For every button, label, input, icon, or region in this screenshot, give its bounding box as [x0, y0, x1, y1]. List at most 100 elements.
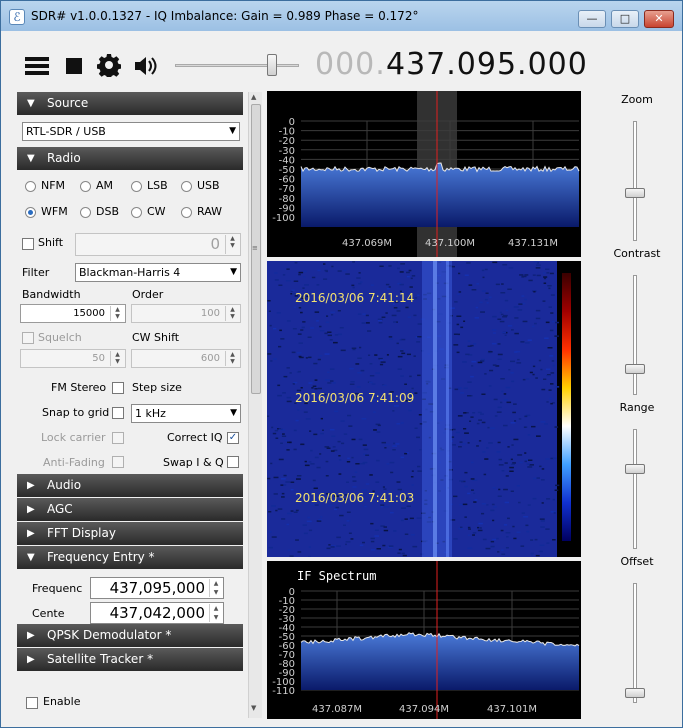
lockcarrier-checkbox[interactable] [112, 432, 124, 444]
snap-checkbox[interactable] [112, 407, 124, 419]
shift-checkbox[interactable] [22, 238, 34, 250]
swapiq-checkbox[interactable] [227, 456, 239, 468]
maximize-button[interactable]: □ [611, 10, 639, 28]
order-input[interactable]: 100 ▲ ▼ [131, 304, 241, 323]
gear-icon[interactable] [96, 53, 122, 79]
radio-lsb[interactable] [131, 181, 142, 192]
waterfall-speck [483, 473, 487, 476]
waterfall-speck [492, 315, 497, 318]
frequency-entry-input[interactable]: 437,095,000 ▲ ▼ [90, 577, 224, 599]
enable-checkbox[interactable] [26, 697, 38, 709]
waterfall-speck [481, 503, 486, 505]
waterfall-speck [346, 461, 351, 463]
waterfall-speck [503, 488, 508, 491]
waterfall-speck [290, 510, 294, 512]
correctiq-checkbox[interactable]: ✓ [227, 432, 239, 444]
waterfall-speck [514, 317, 519, 319]
frequency-display[interactable]: 437.095.000 [386, 47, 588, 82]
waterfall-speck [338, 455, 341, 457]
section-satellite-tracker[interactable]: ▶ Satellite Tracker * [17, 648, 243, 671]
squelch-checkbox[interactable] [22, 332, 34, 344]
waterfall-speck [502, 331, 507, 334]
chevron-right-icon: ▶ [27, 630, 35, 641]
section-qpsk-demodulator[interactable]: ▶ QPSK Demodulator * [17, 624, 243, 647]
waterfall-speck [501, 390, 504, 393]
antifading-checkbox[interactable] [112, 456, 124, 468]
waterfall-speck [377, 424, 381, 427]
waterfall-speck [278, 284, 283, 286]
spectrum-panel[interactable]: 0 -10 -20 -30 -40 -50 -60 -70 -80 -90 -100 437.069M… [267, 91, 581, 257]
center-entry-input[interactable]: 437,042,000 ▲ ▼ [90, 602, 224, 624]
speaker-icon[interactable] [133, 55, 159, 77]
section-audio[interactable]: ▶ Audio [17, 474, 243, 497]
waterfall-speck [294, 262, 298, 264]
title-bar[interactable]: ℰ SDR# v1.0.0.1327 - IQ Imbalance: Gain … [1, 1, 682, 31]
waterfall-speck [351, 284, 355, 287]
shift-input[interactable]: 0 ▲ ▼ [75, 233, 241, 256]
waterfall-speck [463, 428, 467, 430]
radio-raw[interactable] [181, 207, 192, 218]
waterfall-speck [319, 325, 322, 328]
fmstereo-checkbox[interactable] [112, 382, 124, 394]
waterfall-speck [545, 458, 550, 460]
waterfall-speck [337, 270, 342, 272]
radio-am[interactable] [80, 181, 91, 192]
waterfall-speck [385, 312, 388, 314]
scroll-down-icon[interactable]: ▼ [251, 704, 256, 712]
cwshift-input[interactable]: 600 ▲ ▼ [131, 349, 241, 368]
lockcarrier-label: Lock carrier [41, 431, 106, 444]
waterfall-speck [339, 327, 344, 329]
waterfall-speck [290, 481, 295, 483]
section-source[interactable]: ▼ Source [17, 92, 243, 115]
waterfall-speck [304, 464, 310, 467]
if-spectrum-title: IF Spectrum [297, 569, 377, 583]
close-button[interactable]: ✕ [644, 10, 674, 28]
frequency-prefix[interactable]: 000. [315, 47, 386, 82]
waterfall-speck [393, 442, 396, 445]
waterfall-speck [513, 537, 517, 540]
waterfall-speck [286, 400, 292, 403]
radio-usb[interactable] [181, 181, 192, 192]
squelch-input[interactable]: 50 ▲ ▼ [20, 349, 126, 368]
filter-select[interactable]: Blackman-Harris 4 ▼ [75, 263, 241, 282]
waterfall-speck [301, 326, 305, 329]
waterfall-speck [369, 363, 373, 365]
waterfall-speck [521, 295, 525, 297]
menu-icon[interactable] [25, 56, 49, 76]
waterfall-speck [497, 495, 502, 497]
section-fft-display[interactable]: ▶ FFT Display [17, 522, 243, 545]
waterfall-speck [352, 476, 356, 478]
if-spectrum-panel[interactable]: 0 -10 -20 -30 -40 -50 -60 -70 -80 -90 -100 -110 437.… [267, 561, 581, 719]
section-agc[interactable]: ▶ AGC [17, 498, 243, 521]
waterfall-speck [269, 324, 272, 327]
source-select[interactable]: RTL-SDR / USB ▼ [22, 122, 240, 141]
waterfall-speck [295, 509, 299, 512]
waterfall-speck [476, 283, 479, 285]
section-radio[interactable]: ▼ Radio [17, 147, 243, 170]
radio-dsb[interactable] [80, 207, 91, 218]
stop-icon[interactable] [66, 58, 82, 74]
control-panel-scrollbar[interactable]: ▲ ≡ ▼ [248, 92, 262, 718]
minimize-button[interactable]: — [578, 10, 606, 28]
waterfall-speck [339, 514, 344, 517]
volume-slider[interactable] [175, 54, 299, 76]
waterfall-speck [329, 339, 333, 341]
waterfall-speck [417, 323, 422, 325]
radio-nfm[interactable] [25, 181, 36, 192]
waterfall-speck [368, 381, 373, 384]
scroll-up-icon[interactable]: ▲ [251, 93, 256, 101]
waterfall-panel[interactable]: 2016/03/06 7:41:14 2016/03/06 7:41:09 20… [267, 261, 581, 558]
waterfall-speck [270, 360, 273, 362]
waterfall-speck [362, 313, 366, 315]
waterfall-speck [470, 375, 474, 378]
stepsize-select[interactable]: 1 kHz ▼ [131, 404, 241, 423]
waterfall-speck [524, 274, 529, 276]
bandwidth-input[interactable]: 15000 ▲ ▼ [20, 304, 126, 323]
radio-wfm[interactable] [25, 207, 36, 218]
radio-cw[interactable] [131, 207, 142, 218]
section-frequency-entry[interactable]: ▼ Frequency Entry * [17, 546, 243, 569]
waterfall-speck [484, 458, 489, 460]
waterfall-speck [286, 523, 290, 526]
waterfall-speck [331, 314, 334, 316]
chevron-down-icon: ▼ [230, 408, 237, 418]
